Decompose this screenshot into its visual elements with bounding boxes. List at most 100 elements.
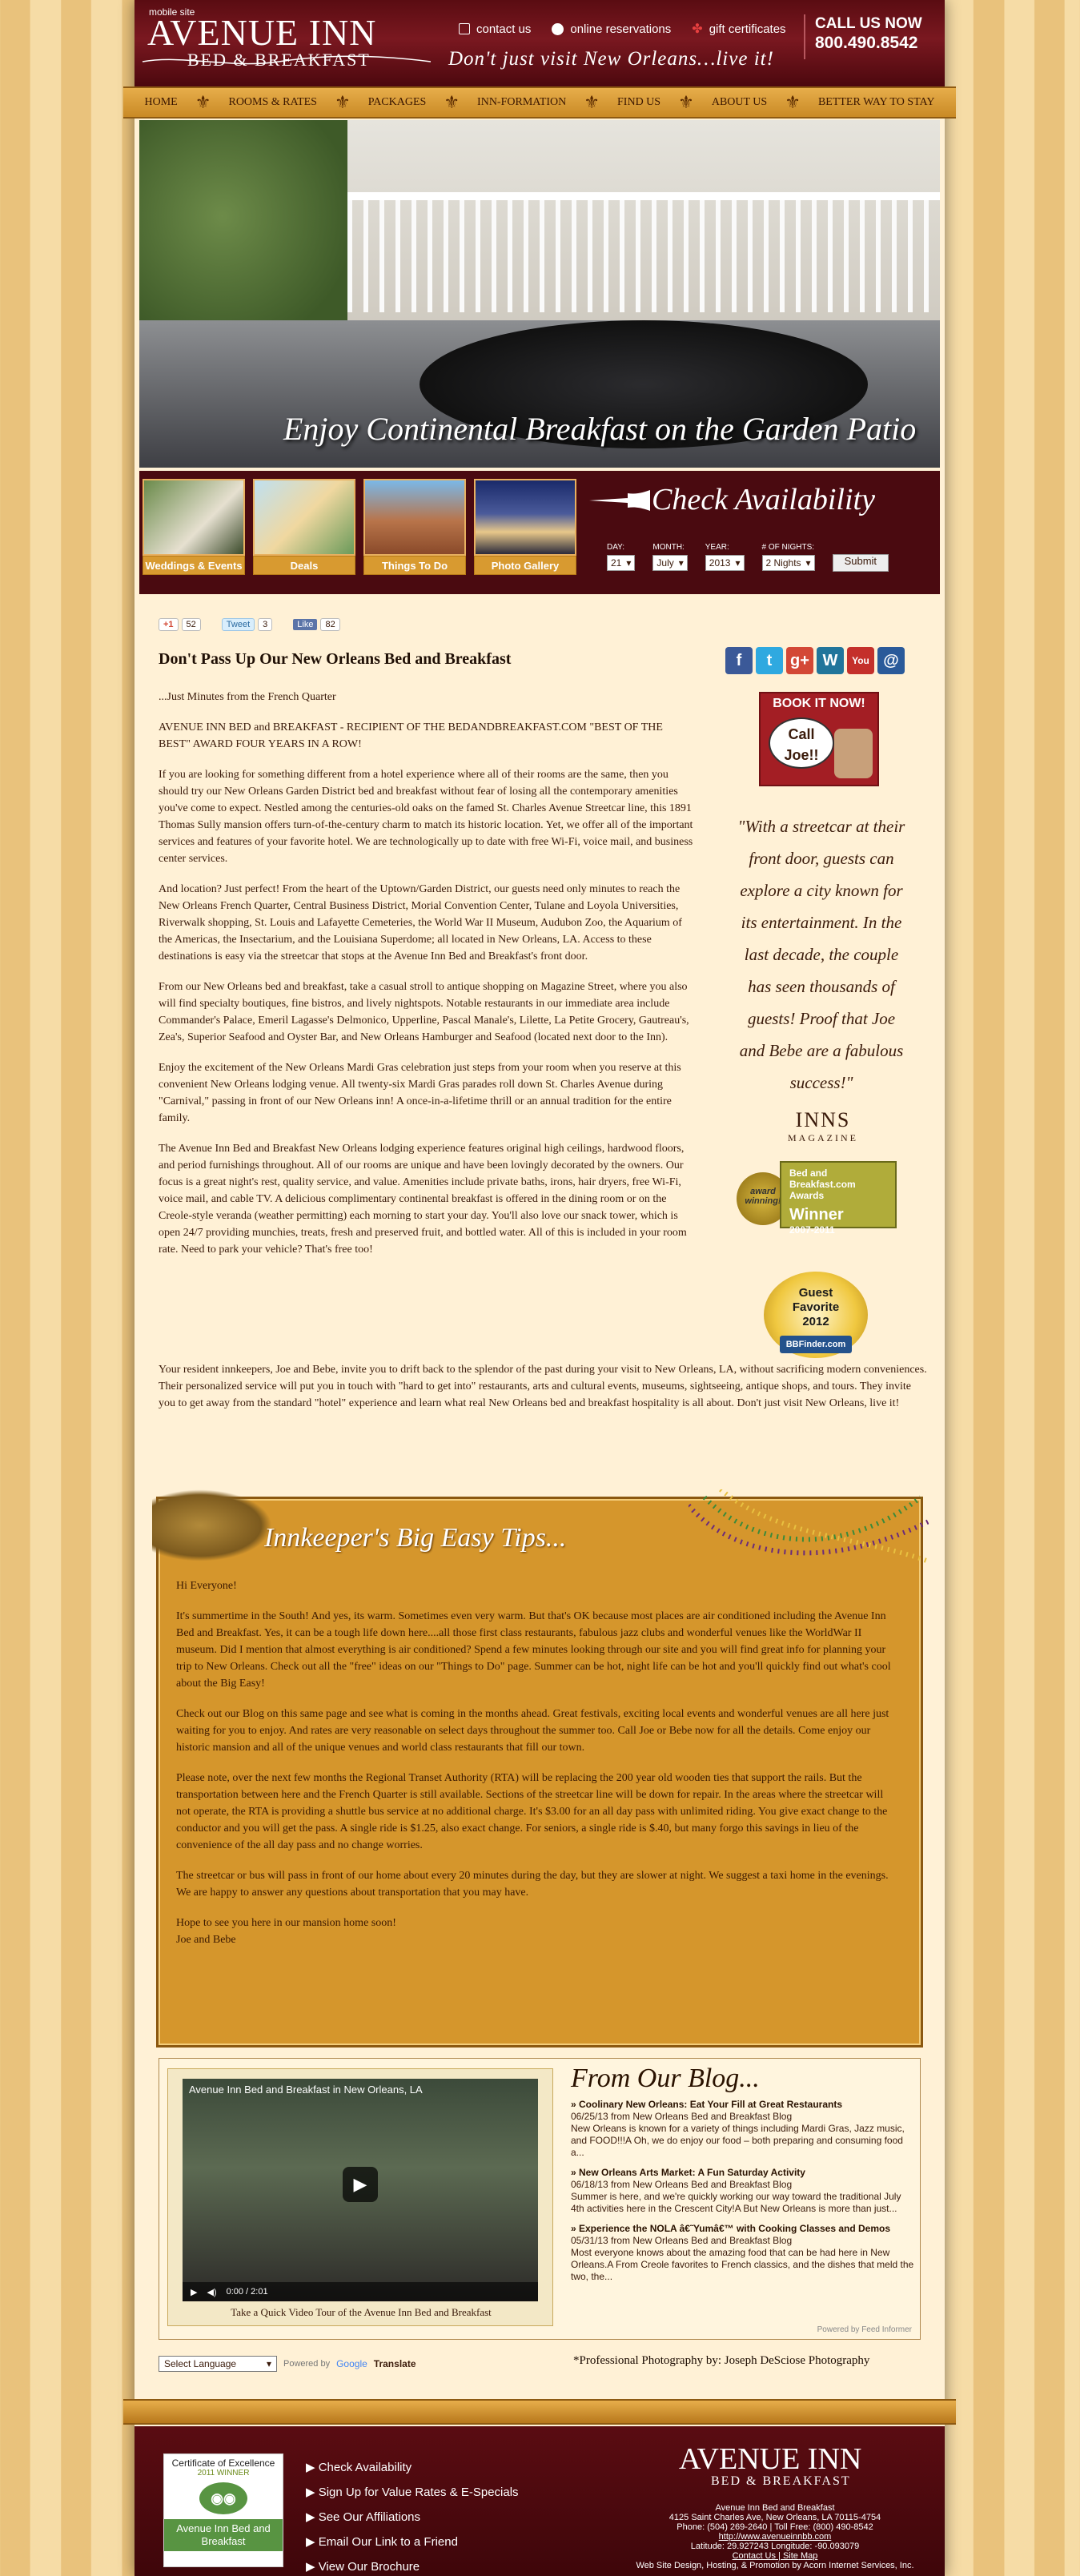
contact-us-link[interactable]: contact us (459, 21, 531, 37)
certificate-title: Certificate of Excellence (171, 2457, 275, 2469)
nav-packages[interactable]: PACKAGES (351, 96, 444, 109)
header-divider (804, 14, 805, 59)
trumpet-icon (589, 490, 650, 511)
google-plus-icon[interactable]: g+ (786, 647, 813, 674)
gift-certificates-link[interactable]: ✤ gift certificates (692, 21, 785, 37)
tips-greeting: Hi Everyone! (176, 1580, 237, 1592)
like-label: Like (293, 619, 318, 630)
year-label: YEAR: (705, 543, 729, 552)
logo-swirl-ornament (142, 55, 432, 65)
nights-select[interactable]: 2 Nights ▾ (761, 555, 815, 571)
paragraph-shopping: From our New Orleans bed and breakfast, … (159, 981, 689, 1043)
day-select[interactable]: 21 ▾ (607, 555, 636, 571)
footer-link-affiliations[interactable]: ▶ See Our Affiliations (306, 2505, 519, 2530)
blog-feed: From Our Blog... » Coolinary New Orleans… (571, 2064, 915, 2291)
thumb-deals[interactable]: Deals (253, 479, 355, 577)
blog-item-excerpt: Most everyone knows about the amazing fo… (571, 2247, 914, 2282)
contact-icon (459, 23, 470, 34)
triangle-icon: ▶ (306, 2461, 319, 2474)
page: mobile site AVENUE INN BED & BREAKFAST c… (123, 0, 956, 2576)
availability-form: DAY: 21 ▾ MONTH: July ▾ YEAR: 2013 ▾ # OF N… (607, 543, 889, 572)
deals-image (253, 479, 355, 556)
play-icon[interactable]: ▶ (343, 2167, 378, 2202)
nav-home[interactable]: HOME (127, 96, 195, 109)
book-now-label: BOOK IT NOW! (773, 697, 865, 710)
footer-website-link[interactable]: http://www.avenueinnbb.com (615, 2532, 935, 2542)
volume-icon[interactable]: ◀) (207, 2287, 216, 2297)
nav-about-us[interactable]: ABOUT US (694, 96, 785, 109)
paragraph-experience: If you are looking for something differe… (159, 769, 693, 865)
twitter-icon[interactable]: t (756, 647, 783, 674)
thumb-weddings[interactable]: Weddings & Events (143, 479, 245, 577)
footer-gold-bar (123, 2399, 956, 2425)
footer-link-label: View Our Brochure (318, 2560, 420, 2574)
video-caption: Take a Quick Video Tour of the Avenue In… (231, 2306, 492, 2318)
photo-credit[interactable]: *Professional Photography by: Joseph DeS… (573, 2354, 869, 2368)
like-button[interactable]: Like 82 (293, 618, 340, 631)
gplus-button[interactable]: +1 52 (159, 618, 201, 631)
video-player[interactable]: Avenue Inn Bed and Breakfast in New Orle… (183, 2079, 538, 2301)
facebook-icon[interactable]: f (725, 647, 753, 674)
like-count: 82 (320, 618, 340, 631)
online-reservations-link[interactable]: online reservations (552, 21, 671, 37)
nav-rooms-rates[interactable]: ROOMS & RATES (211, 96, 334, 109)
triangle-icon: ▶ (306, 2535, 319, 2549)
play-small-icon[interactable]: ▶ (191, 2287, 197, 2297)
paragraph-location: And location? Just perfect! From the hea… (159, 883, 682, 962)
month-label: MONTH: (652, 543, 685, 552)
blog-item-title[interactable]: » Coolinary New Orleans: Eat Your Fill a… (571, 2099, 915, 2111)
blog-item-meta: 06/18/13 from New Orleans Bed and Breakf… (571, 2179, 793, 2190)
bbfinder-badge: BBFinder.com (779, 1336, 853, 1353)
footer-link-brochure[interactable]: ▶ View Our Brochure (306, 2554, 519, 2576)
thumb-photo-gallery[interactable]: Photo Gallery (474, 479, 576, 577)
nav-inn-formation[interactable]: INN-FORMATION (460, 96, 584, 109)
blog-item-title[interactable]: » New Orleans Arts Market: A Fun Saturda… (571, 2167, 915, 2179)
footer-link-check-availability[interactable]: ▶ Check Availability (306, 2455, 519, 2480)
photo-gallery-image (474, 479, 576, 556)
footer-link-email-friend[interactable]: ▶ Email Our Link to a Friend (306, 2530, 519, 2554)
fleur-de-lis-icon: ⚜ (195, 92, 211, 112)
site-header: mobile site AVENUE INN BED & BREAKFAST c… (134, 0, 945, 86)
weddings-image (143, 479, 245, 556)
award-box: Bed and Breakfast.com Awards Winner 2007… (780, 1161, 897, 1236)
mardi-gras-beads-icon (689, 1489, 929, 1564)
nav-better-way[interactable]: BETTER WAY TO STAY (801, 96, 953, 109)
wordpress-icon[interactable]: W (817, 647, 844, 674)
photo-gallery-label: Photo Gallery (474, 556, 576, 575)
youtube-icon[interactable]: You (847, 647, 874, 674)
footer-credits: Web Site Design, Hosting, & Promotion by… (636, 2561, 914, 2570)
blog-item-title[interactable]: » Experience the NOLA â€˜Yumâ€™ with Coo… (571, 2223, 915, 2235)
dropdown-arrow-icon: ▾ (266, 2358, 271, 2369)
footer-logo-sub: BED & BREAKFAST (711, 2474, 851, 2488)
triangle-icon: ▶ (306, 2560, 319, 2574)
footer-link-signup[interactable]: ▶ Sign Up for Value Rates & E-Specials (306, 2480, 519, 2505)
translate-link[interactable]: Translate (374, 2358, 416, 2369)
video-controls: ▶ ◀) 0:00 / 2:01 (183, 2282, 538, 2301)
day-value: 21 (611, 557, 622, 569)
contact-us-label: contact us (476, 22, 532, 36)
call-us-block[interactable]: CALL US NOW 800.490.8542 (815, 14, 922, 53)
year-select[interactable]: 2013 ▾ (705, 555, 745, 571)
footer-link-label: See Our Affiliations (318, 2510, 420, 2524)
thumb-things-to-do[interactable]: Things To Do (363, 479, 466, 577)
book-now-button[interactable]: BOOK IT NOW! Call Joe!! (759, 692, 879, 786)
tips-signature: Joe and Bebe (176, 1934, 236, 1946)
award-winner: Winner (789, 1206, 844, 1224)
submit-button[interactable]: Submit (832, 554, 889, 572)
feed-powered-by[interactable]: Powered by Feed Informer (817, 2325, 912, 2334)
tweet-button[interactable]: Tweet 3 (221, 618, 273, 631)
email-icon[interactable]: @ (877, 647, 905, 674)
video-time: 0:00 / 2:01 (226, 2287, 268, 2297)
guest-favorite-badge: Guest Favorite 2012 BBFinder.com (764, 1272, 868, 1358)
blog-item: » New Orleans Arts Market: A Fun Saturda… (571, 2167, 915, 2215)
language-select[interactable]: Select Language ▾ (159, 2356, 277, 2372)
tripadvisor-certificate[interactable]: Certificate of Excellence 2011 WINNER ◉◉… (163, 2453, 283, 2567)
tips-paragraph-4: The streetcar or bus will pass in front … (176, 1870, 889, 1899)
nav-find-us[interactable]: FIND US (600, 96, 678, 109)
month-select[interactable]: July ▾ (652, 555, 688, 571)
tagline: Don't just visit New Orleans…live it! (448, 48, 774, 70)
footer-links: ▶ Check Availability ▶ Sign Up for Value… (306, 2455, 519, 2576)
inns-magazine-logo: INNS MAGAZINE (783, 1108, 863, 1144)
footer-contact-sitemap[interactable]: Contact Us | Site Map (615, 2551, 935, 2561)
blog-item-excerpt: New Orleans is known for a variety of th… (571, 2123, 905, 2158)
